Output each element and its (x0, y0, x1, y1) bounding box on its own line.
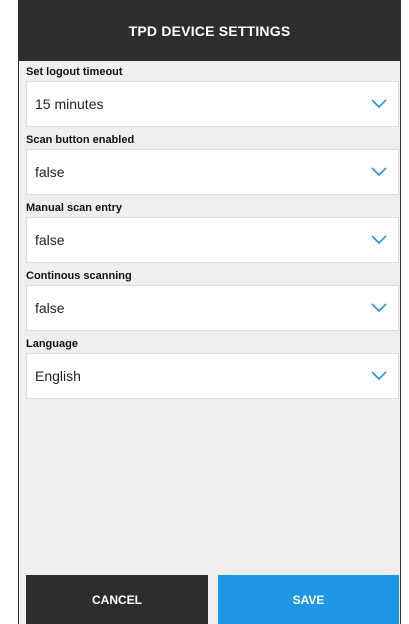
logout-timeout-select[interactable]: 15 minutes (26, 81, 399, 127)
manual-scan-entry-label: Manual scan entry (26, 202, 122, 214)
manual-scan-entry-value: false (35, 232, 65, 248)
language-select[interactable]: English (26, 353, 399, 399)
chevron-down-icon (370, 165, 388, 179)
logout-timeout-value: 15 minutes (35, 96, 104, 112)
scan-button-enabled-label: Scan button enabled (26, 134, 135, 146)
cancel-button[interactable]: CANCEL (26, 575, 208, 624)
chevron-down-icon (370, 301, 388, 315)
chevron-down-icon (370, 369, 388, 383)
page-title: TPD DEVICE SETTINGS (128, 22, 291, 39)
save-button[interactable]: SAVE (218, 575, 399, 624)
logout-timeout-label: Set logout timeout (26, 66, 123, 78)
language-label: Language (26, 338, 78, 350)
continuous-scanning-label: Continous scanning (26, 270, 132, 282)
header-bar: TPD DEVICE SETTINGS (19, 0, 400, 61)
manual-scan-entry-select[interactable]: false (26, 217, 399, 263)
continuous-scanning-value: false (35, 300, 65, 316)
settings-screen: TPD DEVICE SETTINGS Set logout timeout 1… (18, 0, 401, 624)
cancel-button-label: CANCEL (92, 592, 142, 607)
chevron-down-icon (370, 97, 388, 111)
chevron-down-icon (370, 233, 388, 247)
scan-button-enabled-value: false (35, 164, 65, 180)
language-value: English (35, 368, 81, 384)
scan-button-enabled-select[interactable]: false (26, 149, 399, 195)
continuous-scanning-select[interactable]: false (26, 285, 399, 331)
save-button-label: SAVE (292, 592, 325, 607)
